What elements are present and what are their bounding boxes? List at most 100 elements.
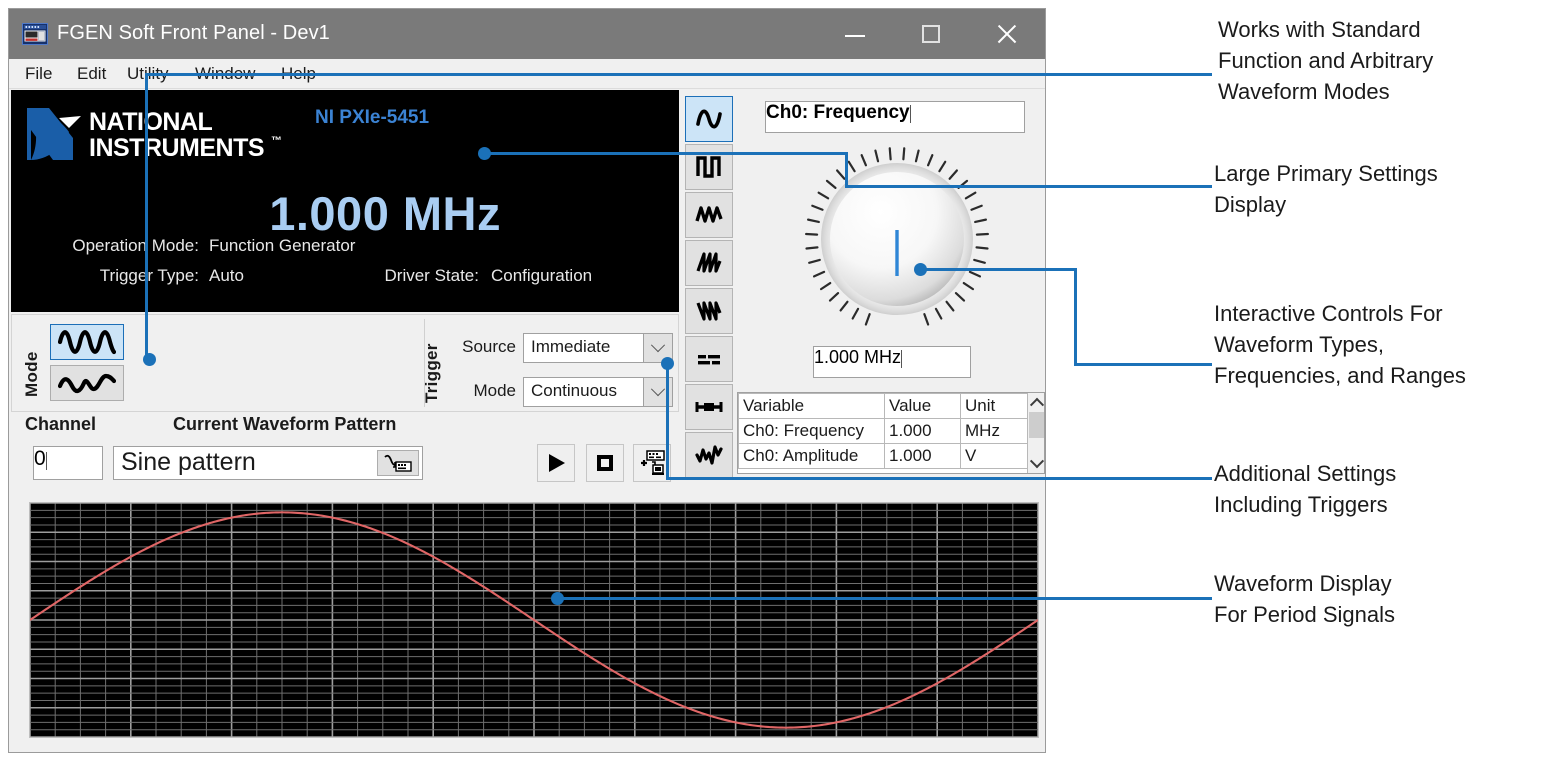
waveform-pattern-value: Sine pattern xyxy=(121,448,256,476)
cell-unit: MHz xyxy=(960,418,1029,444)
chevron-down-icon[interactable] xyxy=(45,452,47,470)
annotation-additional-settings: Additional Settings Including Triggers xyxy=(1214,461,1397,517)
driver-state-value: Configuration xyxy=(491,266,593,285)
trigger-source-select[interactable]: Immediate xyxy=(523,333,673,363)
sawtooth-down-icon xyxy=(696,301,722,321)
sawtooth-up-icon xyxy=(696,252,722,273)
leader-2-seg1 xyxy=(487,152,848,155)
fgen-soft-front-panel-window: FGEN Soft Front Panel - Dev1 File Edit U… xyxy=(8,8,1046,753)
frequency-value-field[interactable]: 1.000 MHz xyxy=(813,346,971,378)
cell-variable: Ch0: Amplitude xyxy=(738,443,885,469)
waveform-editor-button[interactable] xyxy=(377,450,419,476)
trigger-group-label: Trigger xyxy=(422,343,441,403)
trigger-mode-value: Continuous xyxy=(531,381,618,400)
waveform-sawtooth-down-button[interactable] xyxy=(685,288,733,334)
chevron-down-icon xyxy=(1029,454,1044,469)
channel-select[interactable]: 0 xyxy=(33,446,103,480)
svg-text:INSTRUMENTS: INSTRUMENTS xyxy=(89,134,264,162)
channel-value: 0 xyxy=(34,447,46,470)
run-button[interactable] xyxy=(537,444,575,482)
leader-4-dot xyxy=(661,357,674,370)
scroll-down-button[interactable] xyxy=(1028,454,1045,473)
trigger-source-label: Source xyxy=(462,337,516,356)
waveform-dc-button[interactable] xyxy=(685,336,733,382)
arbitrary-waveform-mode-button[interactable] xyxy=(50,365,124,401)
leader-3-seg1 xyxy=(925,268,1077,271)
waveform-editor-icon xyxy=(384,454,412,472)
cell-value: 1.000 xyxy=(884,418,961,444)
device-transfer-icon xyxy=(641,450,665,475)
close-icon xyxy=(995,22,1019,46)
chevron-down-icon[interactable] xyxy=(901,350,903,368)
primary-display-panel: NATIONAL INSTRUMENTS ™ NI PXIe-5451 1.00… xyxy=(11,90,679,312)
scrollbar-thumb[interactable] xyxy=(1029,412,1044,438)
leader-3-seg2 xyxy=(1074,268,1077,366)
minimize-button[interactable] xyxy=(817,9,893,59)
scroll-up-button[interactable] xyxy=(1028,393,1045,412)
cell-variable: Ch0: Frequency xyxy=(738,418,885,444)
trigger-type-value: Auto xyxy=(209,266,244,285)
svg-text:NATIONAL: NATIONAL xyxy=(89,108,213,136)
trigger-mode-label: Mode xyxy=(473,381,516,400)
device-model-label: NI PXIe-5451 xyxy=(315,107,430,128)
trigger-source-value: Immediate xyxy=(531,337,611,356)
standard-function-mode-button[interactable] xyxy=(50,324,124,360)
title-bar: FGEN Soft Front Panel - Dev1 xyxy=(9,9,1045,59)
driver-state-label: Driver State: xyxy=(384,266,479,285)
operation-mode-value: Function Generator xyxy=(209,236,356,255)
waveform-sawtooth-up-button[interactable] xyxy=(685,240,733,286)
cell-value: 1.000 xyxy=(884,443,961,469)
mode-group-label: Mode xyxy=(22,351,41,397)
leader-5-dot xyxy=(551,592,564,605)
waveform-graph-container xyxy=(11,489,1039,751)
trigger-mode-select[interactable]: Continuous xyxy=(523,377,673,407)
waveform-arbitrary-button[interactable] xyxy=(685,432,733,478)
leader-1-dot xyxy=(143,353,156,366)
frequency-knob[interactable] xyxy=(797,142,997,337)
leader-5-horizontal xyxy=(560,597,1212,600)
waveform-sine-button[interactable] xyxy=(685,96,733,142)
close-button[interactable] xyxy=(969,9,1045,59)
square-icon xyxy=(696,156,721,178)
header-value: Value xyxy=(884,393,961,419)
waveform-square-button[interactable] xyxy=(685,144,733,190)
annotation-waveform-display: Waveform Display For Period Signals xyxy=(1214,571,1395,627)
leader-4-vertical xyxy=(666,363,669,480)
arbitrary-wave-icon xyxy=(58,370,116,396)
dc-level-icon xyxy=(698,355,720,365)
waveform-pattern-field[interactable]: Sine pattern xyxy=(113,446,423,480)
window-title: FGEN Soft Front Panel - Dev1 xyxy=(57,22,330,44)
national-instruments-logo: NATIONAL INSTRUMENTS ™ xyxy=(23,104,293,164)
arbitrary-icon xyxy=(695,445,723,465)
table-scrollbar[interactable] xyxy=(1027,393,1044,473)
menu-edit[interactable]: Edit xyxy=(73,64,110,84)
annotation-modes: Works with Standard Function and Arbitrar… xyxy=(1218,17,1434,104)
leader-2-seg2 xyxy=(845,152,848,188)
trigger-type-label: Trigger Type: xyxy=(99,266,199,285)
setting-selector-value: Ch0: Frequency xyxy=(766,102,910,123)
sine-burst-icon xyxy=(58,329,116,355)
waveform-triangle-button[interactable] xyxy=(685,192,733,238)
table-header-row: Variable Value Unit xyxy=(738,393,1029,419)
leader-2-seg3 xyxy=(845,185,1212,188)
maximize-button[interactable] xyxy=(893,9,969,59)
waveform-pulse-button[interactable] xyxy=(685,384,733,430)
setting-selector[interactable]: Ch0: Frequency xyxy=(765,101,1025,133)
menu-file[interactable]: File xyxy=(21,64,56,84)
primary-value: 1.000 MHz xyxy=(269,187,501,240)
stop-button[interactable] xyxy=(586,444,624,482)
leader-3-seg3 xyxy=(1074,363,1212,366)
channel-label: Channel xyxy=(25,414,97,434)
screenshot-root: FGEN Soft Front Panel - Dev1 File Edit U… xyxy=(0,0,1553,761)
play-icon xyxy=(549,454,565,472)
chevron-down-icon[interactable] xyxy=(909,105,911,123)
table-row: Ch0: Amplitude 1.000 V xyxy=(738,443,1029,469)
instrument-panel-icon xyxy=(22,23,48,45)
leader-3-dot xyxy=(914,263,927,276)
sine-icon xyxy=(696,109,722,129)
leader-2-dot xyxy=(478,147,491,160)
pulse-icon xyxy=(695,402,723,412)
chevron-up-icon xyxy=(1029,397,1044,412)
waveform-graph[interactable] xyxy=(29,502,1039,738)
variable-table[interactable]: Variable Value Unit Ch0: Frequency 1.000… xyxy=(737,392,1045,474)
